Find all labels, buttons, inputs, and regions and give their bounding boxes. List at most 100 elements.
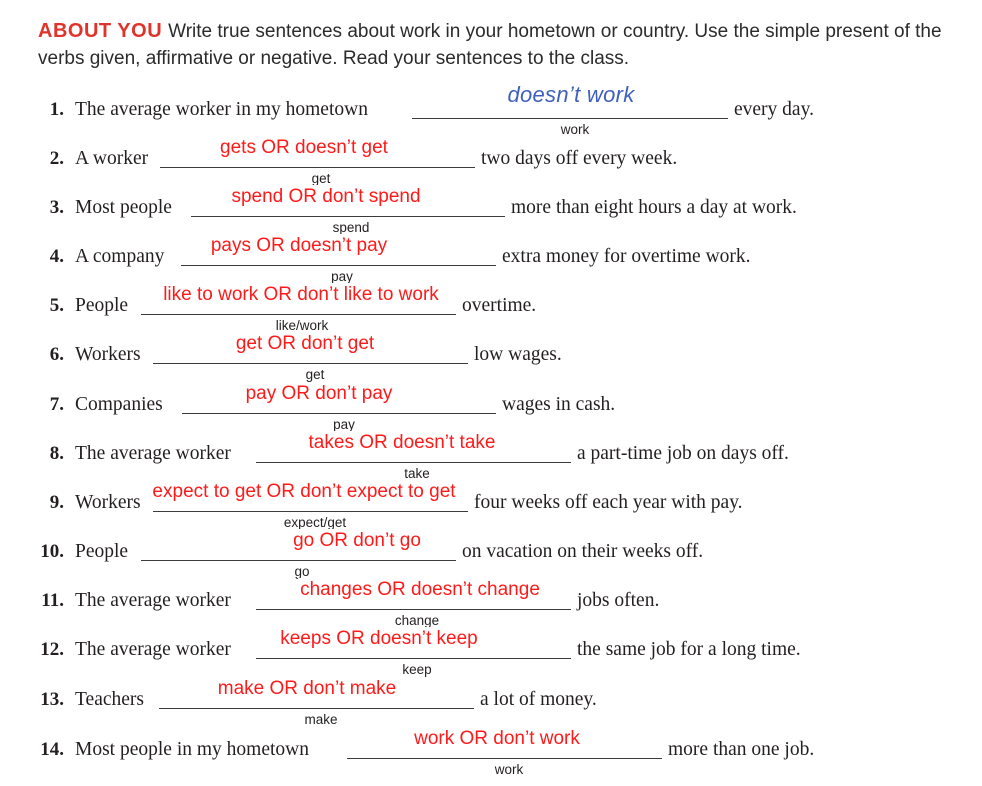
- answer-text: expect to get OR don’t expect to get: [150, 480, 458, 504]
- answer-blank[interactable]: [141, 314, 456, 315]
- answer-blank[interactable]: [181, 265, 496, 266]
- item-number: 1.: [49, 99, 64, 120]
- verb-hint: get: [305, 367, 325, 382]
- sentence-end: jobs often.: [577, 590, 660, 611]
- item-number: 3.: [49, 197, 64, 218]
- exercise-header: ABOUT YOU Write true sentences about work…: [38, 18, 968, 72]
- answer-text: changes OR doesn’t change: [298, 578, 542, 602]
- sentence-end: a lot of money.: [480, 689, 597, 710]
- answer-blank[interactable]: [153, 511, 468, 512]
- verb-hint: pay: [331, 269, 353, 284]
- sentence-start: People: [75, 541, 129, 562]
- answer-text: like to work OR don’t like to work: [161, 283, 441, 307]
- sentence-start: Companies: [75, 394, 163, 415]
- sentence-start: The average worker in my hometown: [75, 99, 368, 120]
- item-number: 13.: [40, 689, 64, 710]
- verb-hint: pay: [333, 417, 355, 432]
- verb-hint: spend: [332, 220, 370, 235]
- sentence-start: Most people: [75, 197, 172, 218]
- sentence-end: more than one job.: [668, 739, 815, 760]
- exercise-item-11: 11. The average worker change changes OR…: [0, 578, 982, 630]
- item-number: 9.: [49, 492, 64, 513]
- exercise-item-13: 13. Teachers make make OR don’t make a l…: [0, 677, 982, 729]
- item-number: 5.: [49, 295, 64, 316]
- answer-blank[interactable]: [412, 118, 728, 119]
- item-number: 8.: [49, 443, 64, 464]
- answer-blank[interactable]: [256, 609, 571, 610]
- sentence-end: every day.: [734, 99, 814, 120]
- exercise-item-9: 9. Workers expect/get expect to get OR d…: [0, 480, 982, 532]
- sentence-end: extra money for overtime work.: [502, 246, 751, 267]
- answer-text: gets OR doesn’t get: [218, 136, 390, 160]
- answer-text: pays OR doesn’t pay: [208, 234, 390, 258]
- verb-hint: make: [304, 712, 338, 727]
- answer-blank[interactable]: [191, 216, 505, 217]
- answer-text: spend OR don’t spend: [229, 185, 423, 209]
- item-number: 2.: [49, 148, 64, 169]
- item-number: 6.: [49, 344, 64, 365]
- sentence-end: overtime.: [462, 295, 537, 316]
- sentence-start: People: [75, 295, 129, 316]
- verb-hint: expect/get: [283, 515, 347, 530]
- exercise-item-5: 5. People like/work like to work OR don’…: [0, 283, 982, 335]
- item-number: 7.: [49, 394, 64, 415]
- answer-text: make OR don’t make: [215, 677, 399, 701]
- answer-text: get OR don’t get: [233, 332, 377, 356]
- item-number: 11.: [41, 590, 64, 611]
- exercise-item-10: 10. People go go OR don’t go on vacation…: [0, 529, 982, 581]
- exercise-item-14: 14. Most people in my hometown work work…: [0, 727, 982, 779]
- item-number: 4.: [49, 246, 64, 267]
- verb-hint: work: [560, 122, 590, 137]
- sentence-end: wages in cash.: [502, 394, 616, 415]
- answer-blank[interactable]: [160, 167, 475, 168]
- exercise-item-4: 4. A company pay pays OR doesn’t pay ext…: [0, 234, 982, 286]
- answer-blank[interactable]: [159, 708, 474, 709]
- sentence-start: Teachers: [75, 689, 145, 710]
- about-you-tag: ABOUT YOU: [38, 20, 163, 42]
- exercise-item-1: 1. The average worker in my hometown wor…: [0, 83, 982, 139]
- sentence-start: The average worker: [75, 639, 231, 660]
- verb-hint: take: [404, 466, 430, 481]
- sentence-start: Most people in my hometown: [75, 739, 309, 760]
- sentence-end: low wages.: [474, 344, 562, 365]
- sentence-start: Workers: [75, 344, 141, 365]
- item-number: 12.: [40, 639, 64, 660]
- answer-blank[interactable]: [141, 560, 456, 561]
- sentence-start: A company: [75, 246, 165, 267]
- verb-hint: work: [494, 762, 524, 777]
- sentence-end: more than eight hours a day at work.: [511, 197, 797, 218]
- answer-blank[interactable]: [153, 363, 468, 364]
- exercise-item-6: 6. Workers get get OR don’t get low wage…: [0, 332, 982, 384]
- answer-blank[interactable]: [256, 658, 571, 659]
- exercise-item-8: 8. The average worker take takes OR does…: [0, 431, 982, 483]
- exercise-item-7: 7. Companies pay pay OR don’t pay wages …: [0, 382, 982, 434]
- instructions-text: Write true sentences about work in your …: [38, 21, 942, 69]
- answer-blank[interactable]: [347, 758, 662, 759]
- item-number: 14.: [40, 739, 64, 760]
- exercise-item-12: 12. The average worker keep keeps OR doe…: [0, 627, 982, 679]
- answer-text: go OR don’t go: [291, 529, 423, 553]
- sentence-end: the same job for a long time.: [577, 639, 801, 660]
- sentence-start: The average worker: [75, 590, 231, 611]
- verb-hint: go: [294, 564, 310, 579]
- verb-hint: keep: [402, 662, 432, 677]
- verb-hint: get: [311, 171, 331, 186]
- answer-text: pay OR don’t pay: [243, 382, 395, 406]
- sentence-start: The average worker: [75, 443, 231, 464]
- verb-hint: change: [394, 613, 440, 628]
- sentence-start: Workers: [75, 492, 141, 513]
- exercise-item-3: 3. Most people spend spend OR don’t spen…: [0, 185, 982, 237]
- answer-blank[interactable]: [182, 413, 496, 414]
- answer-blank[interactable]: [256, 462, 571, 463]
- sentence-end: two days off every week.: [481, 148, 678, 169]
- verb-hint: like/work: [275, 318, 329, 333]
- answer-text: takes OR doesn’t take: [306, 431, 498, 455]
- sentence-end: on vacation on their weeks off.: [462, 541, 704, 562]
- sentence-end: a part-time job on days off.: [577, 443, 789, 464]
- answer-text: work OR don’t work: [412, 727, 582, 751]
- answer-text: keeps OR doesn’t keep: [278, 627, 480, 651]
- item-number: 10.: [40, 541, 64, 562]
- exercise-item-2: 2. A worker get gets OR doesn’t get two …: [0, 136, 982, 188]
- answer-text: doesn’t work: [505, 82, 637, 107]
- sentence-start: A worker: [75, 148, 149, 169]
